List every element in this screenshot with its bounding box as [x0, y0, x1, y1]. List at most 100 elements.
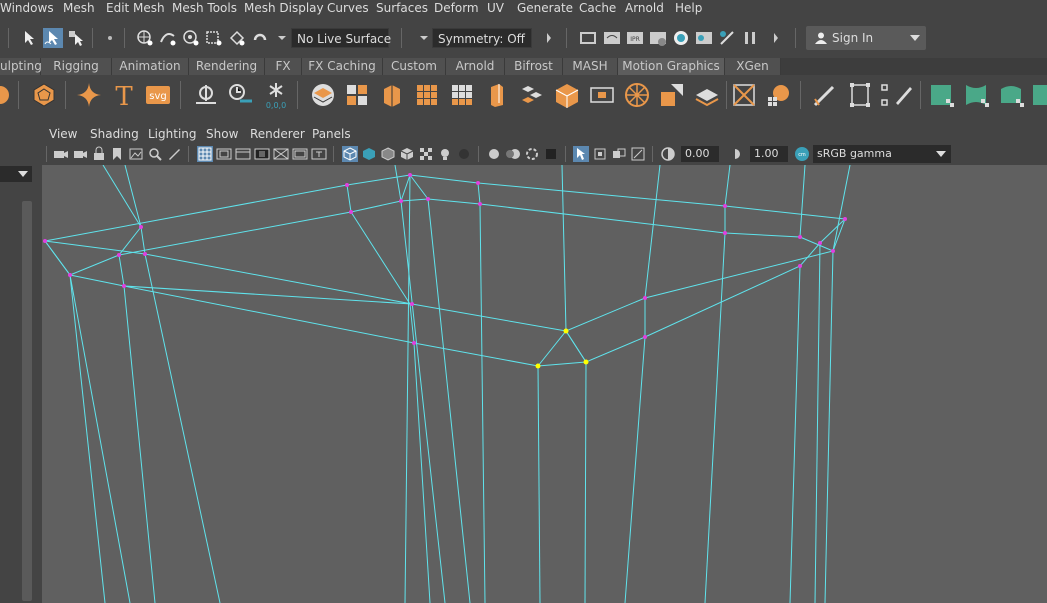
snowflake-icon[interactable]: 0,0,0 — [262, 81, 290, 109]
snap-grid-icon[interactable] — [135, 28, 155, 48]
xray-icon[interactable] — [592, 146, 608, 162]
ambient-occlusion-icon[interactable] — [486, 146, 502, 162]
tab-fx[interactable]: FX — [265, 58, 302, 75]
more-icon[interactable] — [100, 28, 120, 48]
left-panel-scrollbar[interactable] — [22, 201, 32, 601]
plane-stack-icon[interactable] — [693, 81, 721, 109]
menu-surfaces[interactable]: Surfaces — [376, 1, 428, 15]
snap-curve-icon[interactable] — [158, 28, 178, 48]
mash-green-shape-icon[interactable] — [963, 81, 991, 109]
svg-tool-icon[interactable]: svg — [144, 81, 172, 109]
paint-select-icon[interactable] — [66, 28, 86, 48]
magnet-icon[interactable] — [250, 28, 270, 48]
image-plane-icon[interactable] — [128, 146, 144, 162]
gamma-icon[interactable] — [730, 146, 746, 162]
mash-green-curve-icon[interactable] — [998, 81, 1026, 109]
view-transform-dropdown[interactable]: sRGB gamma — [813, 145, 951, 163]
left-panel-dropdown[interactable] — [0, 166, 32, 182]
ipr-render-icon[interactable]: IPR — [625, 28, 645, 48]
camera-attributes-icon[interactable] — [72, 146, 88, 162]
viewport-3d[interactable] — [42, 165, 1047, 603]
lights-icon[interactable] — [437, 146, 453, 162]
pause-icon[interactable] — [740, 28, 760, 48]
camera-lock-icon[interactable] — [91, 146, 107, 162]
menu-mesh[interactable]: Mesh — [63, 1, 95, 15]
cross-frame-icon[interactable] — [730, 81, 758, 109]
radial-grid-icon[interactable] — [623, 81, 651, 109]
xray-joints-icon[interactable] — [611, 146, 627, 162]
arnold-render-icon[interactable] — [694, 28, 714, 48]
resolution-gate-icon[interactable] — [235, 146, 251, 162]
motion-blur-icon[interactable] — [505, 146, 521, 162]
tab-animation[interactable]: Animation — [112, 58, 189, 75]
tab-sculpting[interactable]: ulpting — [0, 58, 42, 75]
panel-menu-renderer[interactable]: Renderer — [250, 127, 305, 141]
curve-pencil-icon[interactable] — [811, 81, 839, 109]
bounding-box-icon[interactable] — [846, 81, 874, 109]
grid-distribute-icon[interactable] — [413, 81, 441, 109]
shelf-partial-icon[interactable] — [0, 81, 14, 109]
time-node-icon[interactable] — [226, 81, 254, 109]
anti-aliasing-icon[interactable] — [524, 146, 540, 162]
collapse-arrow-icon[interactable] — [766, 28, 778, 48]
menu-cache[interactable]: Cache — [579, 1, 616, 15]
instancer-icon[interactable] — [378, 81, 406, 109]
sparkle-icon[interactable] — [75, 81, 103, 109]
tab-mash[interactable]: MASH — [563, 58, 618, 75]
symmetry-chevron-icon[interactable] — [414, 28, 428, 48]
tab-bifrost[interactable]: Bifrost — [505, 58, 563, 75]
safe-action-icon[interactable] — [292, 146, 308, 162]
pen-tool-icon[interactable] — [888, 81, 916, 109]
panel-menu-lighting[interactable]: Lighting — [148, 127, 197, 141]
shadows-icon[interactable] — [456, 146, 472, 162]
box-icon[interactable] — [553, 81, 581, 109]
mash-green-square-icon[interactable] — [928, 81, 956, 109]
collapse-arrow-icon[interactable] — [539, 28, 551, 48]
exposure-field[interactable]: 0.00 — [681, 146, 719, 162]
snap-view-plane-icon[interactable] — [204, 28, 224, 48]
panel-menu-shading[interactable]: Shading — [90, 127, 139, 141]
extrude-icon[interactable] — [483, 81, 511, 109]
menu-help[interactable]: Help — [675, 1, 702, 15]
wireframe-icon[interactable] — [342, 146, 358, 162]
menu-generate[interactable]: Generate — [517, 1, 573, 15]
smooth-shade-icon[interactable] — [361, 146, 377, 162]
menu-arnold[interactable]: Arnold — [625, 1, 664, 15]
scatter-tiles-icon[interactable] — [518, 81, 546, 109]
color-management-icon[interactable]: cm — [794, 146, 810, 162]
tab-arnold[interactable]: Arnold — [446, 58, 505, 75]
tab-fx-caching[interactable]: FX Caching — [302, 58, 383, 75]
dots-sphere-icon[interactable] — [765, 81, 793, 109]
menu-mesh-tools[interactable]: Mesh Tools — [172, 1, 237, 15]
menu-windows[interactable]: Windows — [0, 1, 54, 15]
arnold-tools-icon[interactable] — [717, 28, 737, 48]
render-frame-icon[interactable] — [602, 28, 622, 48]
camera-icon[interactable] — [53, 146, 69, 162]
tab-custom[interactable]: Custom — [383, 58, 446, 75]
checker-icon[interactable] — [418, 146, 434, 162]
gamma-field[interactable]: 1.00 — [750, 146, 788, 162]
snap-options-chevron-icon[interactable] — [272, 28, 286, 48]
tab-rendering[interactable]: Rendering — [189, 58, 265, 75]
menu-deform[interactable]: Deform — [434, 1, 479, 15]
grease-pencil-icon[interactable] — [166, 146, 182, 162]
menu-curves[interactable]: Curves — [327, 1, 369, 15]
textured-icon[interactable] — [399, 146, 415, 162]
hypershade-icon[interactable] — [671, 28, 691, 48]
frame-rect-icon[interactable] — [588, 81, 616, 109]
xray-active-icon[interactable] — [630, 146, 646, 162]
render-view-icon[interactable] — [578, 28, 598, 48]
split-square-icon[interactable] — [658, 81, 686, 109]
grid-white-icon[interactable] — [448, 81, 476, 109]
snap-live-icon[interactable] — [227, 28, 247, 48]
panel-menu-panels[interactable]: Panels — [312, 127, 351, 141]
symmetry-dropdown[interactable]: Symmetry: Off — [432, 28, 532, 48]
grid-toggle-icon[interactable] — [197, 146, 213, 162]
menu-edit-mesh[interactable]: Edit Mesh — [106, 1, 165, 15]
depth-of-field-icon[interactable] — [543, 146, 559, 162]
menu-uv[interactable]: UV — [487, 1, 504, 15]
tab-xgen[interactable]: XGen — [725, 58, 781, 75]
menu-mesh-display[interactable]: Mesh Display — [244, 1, 324, 15]
blocks-icon[interactable] — [343, 81, 371, 109]
film-gate-icon[interactable] — [216, 146, 232, 162]
